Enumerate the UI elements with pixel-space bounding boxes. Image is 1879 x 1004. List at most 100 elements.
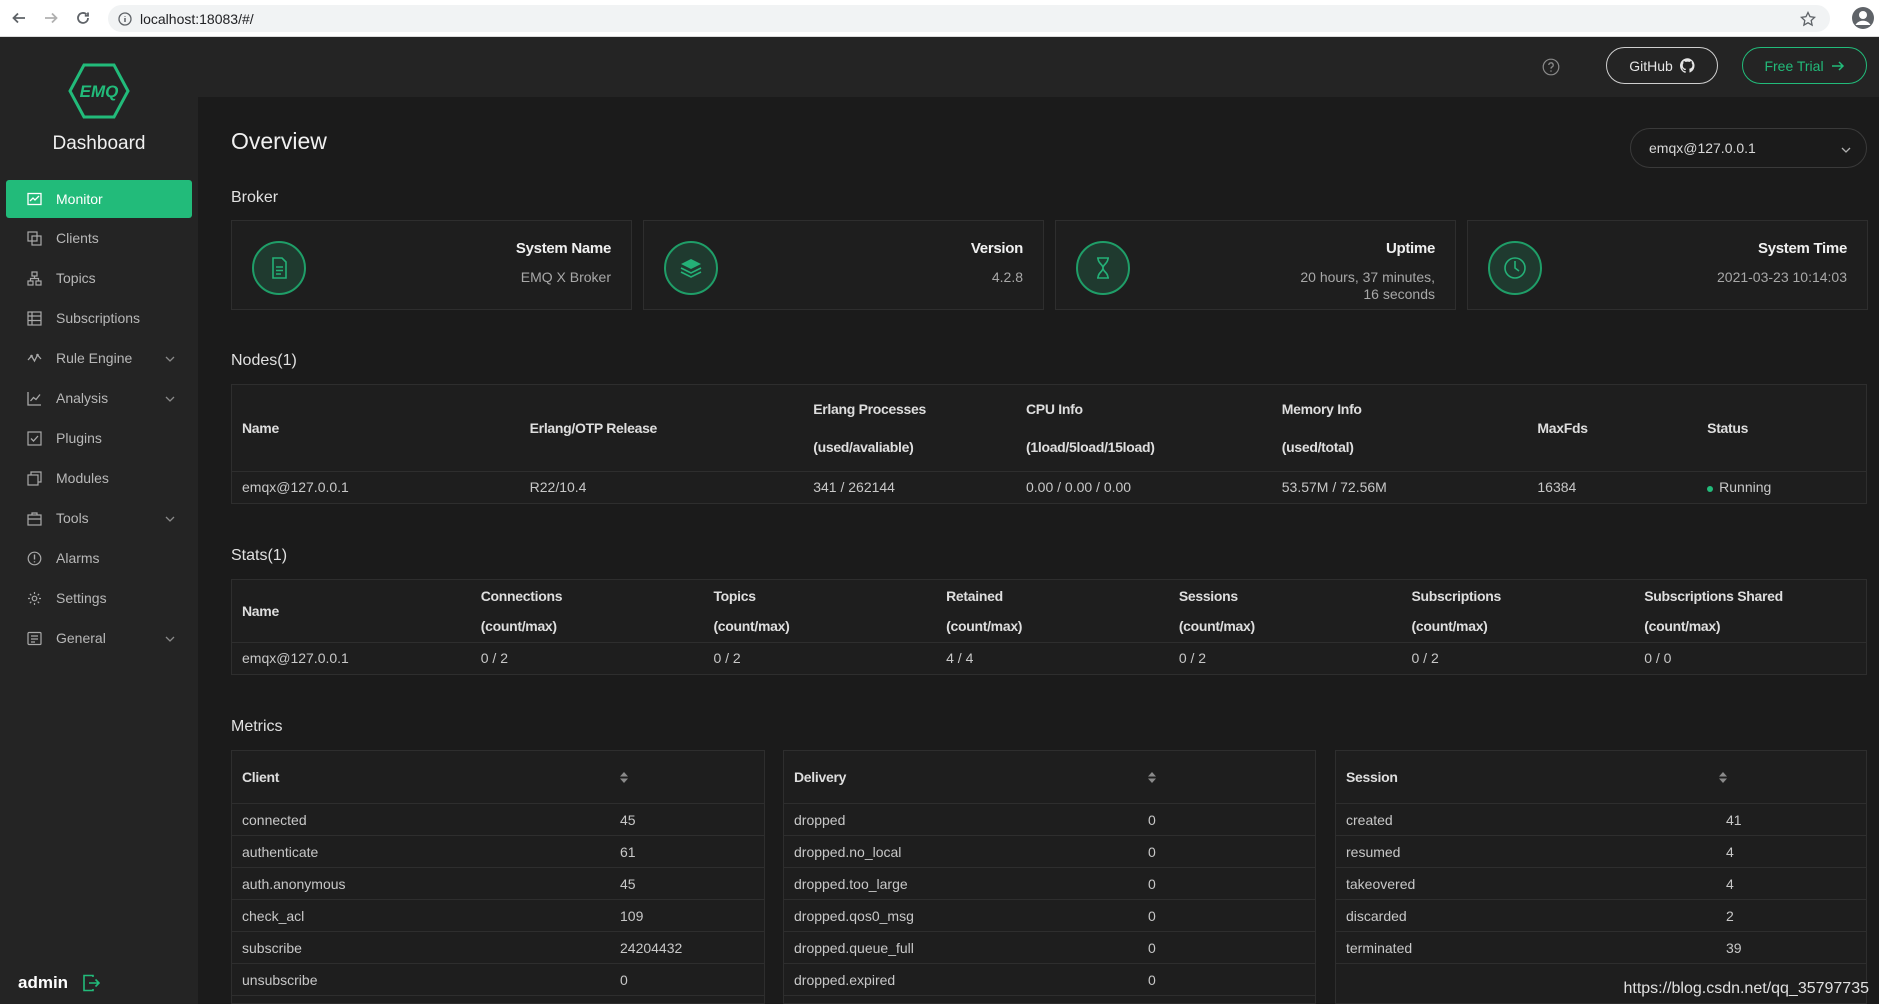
sidebar-item-subscriptions[interactable]: Subscriptions — [0, 298, 198, 338]
profile-icon[interactable] — [1851, 6, 1875, 30]
sidebar-item-alarms[interactable]: Alarms — [0, 538, 198, 578]
emq-logo[interactable]: EMQ — [68, 63, 130, 119]
column-header[interactable]: Name — [232, 385, 520, 471]
column-header[interactable]: Name — [232, 580, 471, 642]
sidebar-item-topics[interactable]: Topics — [0, 258, 198, 298]
sidebar: EMQ Dashboard Monitor Clients Topics Sub… — [0, 37, 198, 1004]
column-header[interactable]: Subscriptions Shared (count/max) — [1634, 580, 1866, 642]
sidebar-item-clients[interactable]: Clients — [0, 218, 198, 258]
column-header[interactable]: Erlang/OTP Release — [520, 385, 804, 471]
table-cell: emqx@127.0.0.1 — [232, 641, 471, 674]
list-item: resumed 4 — [1336, 836, 1866, 868]
chevron-down-icon — [164, 352, 176, 364]
sidebar-item-label: Alarms — [56, 550, 100, 566]
system-time-card: System Time 2021-03-23 10:14:03 — [1467, 220, 1868, 310]
sidebar-item-settings[interactable]: Settings — [0, 578, 198, 618]
list-item: check_acl 109 — [232, 900, 764, 932]
sidebar-item-label: Monitor — [56, 191, 103, 207]
sidebar-item-monitor[interactable]: Monitor — [6, 180, 192, 218]
panel-header[interactable]: Session — [1336, 751, 1866, 804]
status-dot-icon — [1707, 485, 1714, 492]
column-header[interactable]: Topics (count/max) — [703, 580, 936, 642]
column-header[interactable]: Subscriptions (count/max) — [1402, 580, 1635, 642]
sidebar-item-analysis[interactable]: Analysis — [0, 378, 198, 418]
sort-icon[interactable] — [619, 771, 629, 784]
table-row: emqx@127.0.0.1 R22/10.4 341 / 262144 0.0… — [232, 470, 1866, 503]
column-header[interactable]: Status — [1697, 385, 1866, 471]
table-cell: 0 / 0 — [1634, 641, 1866, 674]
clock-icon — [1488, 241, 1542, 295]
panel-title: Delivery — [794, 769, 847, 785]
card-title: System Name — [515, 240, 611, 257]
column-header[interactable]: Memory Info (used/total) — [1272, 385, 1528, 471]
column-header[interactable]: Retained (count/max) — [936, 580, 1169, 642]
sidebar-item-label: Tools — [56, 510, 89, 526]
logout-icon[interactable] — [82, 974, 101, 992]
broker-section-label: Broker — [231, 189, 279, 206]
reload-icon[interactable] — [70, 5, 96, 31]
plugins-icon — [27, 430, 42, 446]
list-item: authenticate 61 — [232, 836, 764, 868]
list-item: connected 45 — [232, 804, 764, 836]
version-card: Version 4.2.8 — [643, 220, 1044, 310]
bookmark-star-icon[interactable] — [1799, 10, 1817, 27]
list-item: dropped.no_local 0 — [784, 836, 1315, 868]
card-value: 20 hours, 37 minutes, 16 seconds — [1300, 269, 1435, 303]
forward-icon[interactable] — [38, 5, 64, 31]
card-value: 4.2.8 — [991, 269, 1023, 285]
main-content: Overview emqx@127.0.0.1 Broker System Na… — [198, 97, 1879, 1004]
status-badge: Running — [1697, 470, 1866, 503]
chevron-down-icon — [164, 392, 176, 404]
sidebar-item-rule-engine[interactable]: Rule Engine — [0, 338, 198, 378]
column-header[interactable]: Sessions (count/max) — [1169, 580, 1402, 642]
sidebar-item-label: Rule Engine — [56, 350, 133, 366]
sidebar-item-plugins[interactable]: Plugins — [0, 418, 198, 458]
column-header[interactable]: CPU Info (1load/5load/15load) — [1016, 385, 1272, 471]
user-footer: admin — [18, 973, 101, 993]
help-icon[interactable] — [1542, 58, 1560, 76]
stats-section-label: Stats(1) — [231, 547, 288, 564]
sidebar-item-label: Subscriptions — [56, 310, 141, 326]
sidebar-item-tools[interactable]: Tools — [0, 498, 198, 538]
table-cell: emqx@127.0.0.1 — [232, 470, 520, 503]
card-title: Uptime — [1385, 240, 1435, 257]
github-button[interactable]: GitHub — [1606, 47, 1718, 84]
card-value: EMQ X Broker — [520, 269, 611, 285]
username: admin — [18, 973, 69, 992]
sidebar-item-general[interactable]: General — [0, 618, 198, 658]
node-select-value: emqx@127.0.0.1 — [1649, 140, 1756, 156]
browser-toolbar: localhost:18083/#/ — [0, 0, 1879, 37]
monitor-icon — [27, 192, 42, 207]
card-value: 2021-03-23 10:14:03 — [1717, 269, 1847, 285]
settings-icon — [27, 591, 42, 606]
sidebar-item-modules[interactable]: Modules — [0, 458, 198, 498]
free-trial-button[interactable]: Free Trial — [1742, 47, 1867, 84]
panel-title: Session — [1346, 769, 1398, 785]
client-metrics-panel: Client connected 45 authenticate 61 auth.a… — [231, 750, 765, 1004]
card-title: System Time — [1758, 240, 1847, 257]
layers-icon — [664, 241, 718, 295]
info-icon[interactable] — [118, 11, 132, 26]
sidebar-item-label: Plugins — [56, 430, 102, 446]
column-header[interactable]: MaxFds — [1527, 385, 1697, 471]
nodes-table: Name Erlang/OTP Release Erlang Processes… — [231, 384, 1867, 504]
analysis-icon — [27, 391, 42, 406]
back-icon[interactable] — [6, 5, 32, 31]
address-bar[interactable]: localhost:18083/#/ — [108, 5, 1830, 32]
column-header[interactable]: Erlang Processes (used/avaliable) — [803, 385, 1016, 471]
list-item: terminated 39 — [1336, 932, 1866, 964]
sidebar-item-label: Clients — [56, 230, 99, 246]
arrow-right-icon — [1831, 60, 1844, 71]
table-cell: 341 / 262144 — [803, 470, 1016, 503]
panel-header[interactable]: Delivery — [784, 751, 1315, 804]
column-header[interactable]: Connections (count/max) — [471, 580, 704, 642]
node-select[interactable]: emqx@127.0.0.1 — [1630, 128, 1867, 168]
chevron-down-icon — [164, 632, 176, 644]
panel-header[interactable]: Client — [232, 751, 764, 804]
sort-icon[interactable] — [1147, 771, 1157, 784]
general-icon — [27, 631, 42, 646]
github-icon — [1679, 58, 1695, 73]
metrics-section-label: Metrics — [231, 718, 283, 735]
sort-icon[interactable] — [1718, 771, 1728, 784]
rule-engine-icon — [27, 351, 42, 366]
